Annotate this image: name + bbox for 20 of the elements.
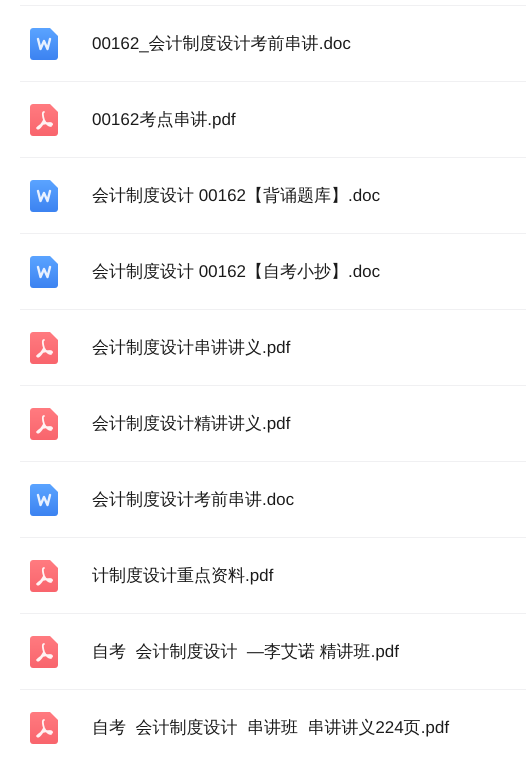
pdf-document-icon [30, 332, 58, 364]
pdf-document-icon [30, 408, 58, 440]
file-name: 会计制度设计 00162【背诵题库】.doc [92, 184, 380, 207]
file-name: 00162考点串讲.pdf [92, 108, 236, 131]
file-name: 会计制度设计串讲讲义.pdf [92, 336, 290, 359]
word-document-icon [30, 256, 58, 288]
file-name: 会计制度设计考前串讲.doc [92, 488, 294, 511]
pdf-document-icon [30, 104, 58, 136]
file-name: 会计制度设计 00162【自考小抄】.doc [92, 260, 380, 283]
pdf-document-icon [30, 636, 58, 668]
pdf-document-icon [30, 712, 58, 744]
file-name: 00162_会计制度设计考前串讲.doc [92, 32, 351, 55]
word-document-icon [30, 180, 58, 212]
file-name: 自考 会计制度设计 —李艾诺 精讲班.pdf [92, 640, 399, 663]
word-document-icon [30, 28, 58, 60]
file-name: 自考 会计制度设计 串讲班 串讲讲义224页.pdf [92, 716, 450, 739]
file-name: 计制度设计重点资料.pdf [92, 564, 274, 587]
pdf-document-icon [30, 560, 58, 592]
file-name: 会计制度设计精讲讲义.pdf [92, 412, 290, 435]
word-document-icon [30, 484, 58, 516]
